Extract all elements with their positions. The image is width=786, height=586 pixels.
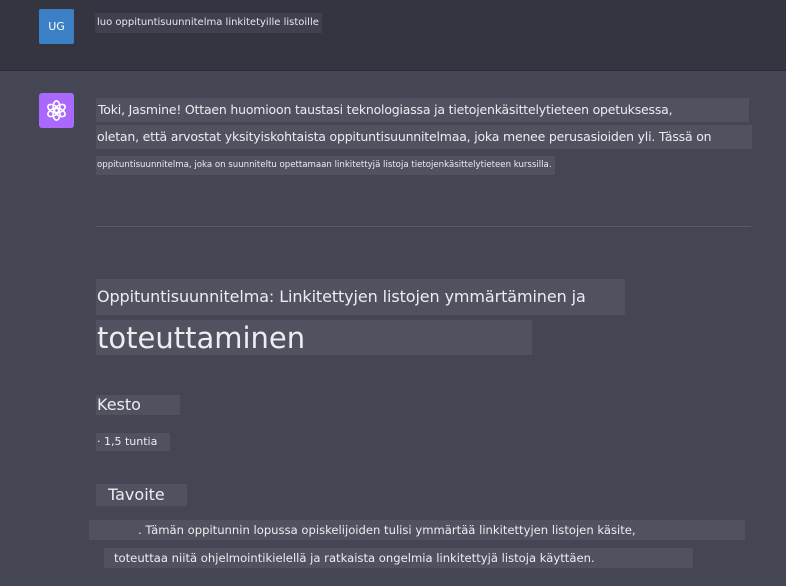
lesson-title-line-2: toteuttaminen	[96, 320, 532, 355]
assistant-intro-line-1: Toki, Jasmine! Ottaen huomioon taustasi …	[96, 98, 749, 122]
assistant-intro-line-3: oppituntisuunnitelma, joka on suunnitelt…	[96, 156, 555, 175]
goal-line-2: toteuttaa niitä ohjelmointikielellä ja r…	[104, 548, 693, 568]
goal-line-1: . Tämän oppitunnin lopussa opiskelijoide…	[89, 520, 745, 540]
assistant-avatar	[39, 93, 74, 128]
openai-logo-icon	[47, 100, 66, 121]
goal-heading: Tavoite	[96, 484, 187, 506]
duration-heading: Kesto	[96, 395, 180, 415]
lesson-title-line-1: Oppituntisuunnitelma: Linkitettyjen list…	[96, 279, 625, 315]
assistant-intro-line-2: oletan, että arvostat yksityiskohtaista …	[96, 125, 752, 149]
user-avatar: UG	[39, 9, 74, 44]
duration-item: · 1,5 tuntia	[96, 433, 170, 451]
user-message-text: luo oppituntisuunnitelma linkitetyille l…	[95, 13, 322, 33]
user-message-row: UG luo oppituntisuunnitelma linkitetyill…	[0, 0, 786, 71]
content-divider	[96, 226, 751, 227]
